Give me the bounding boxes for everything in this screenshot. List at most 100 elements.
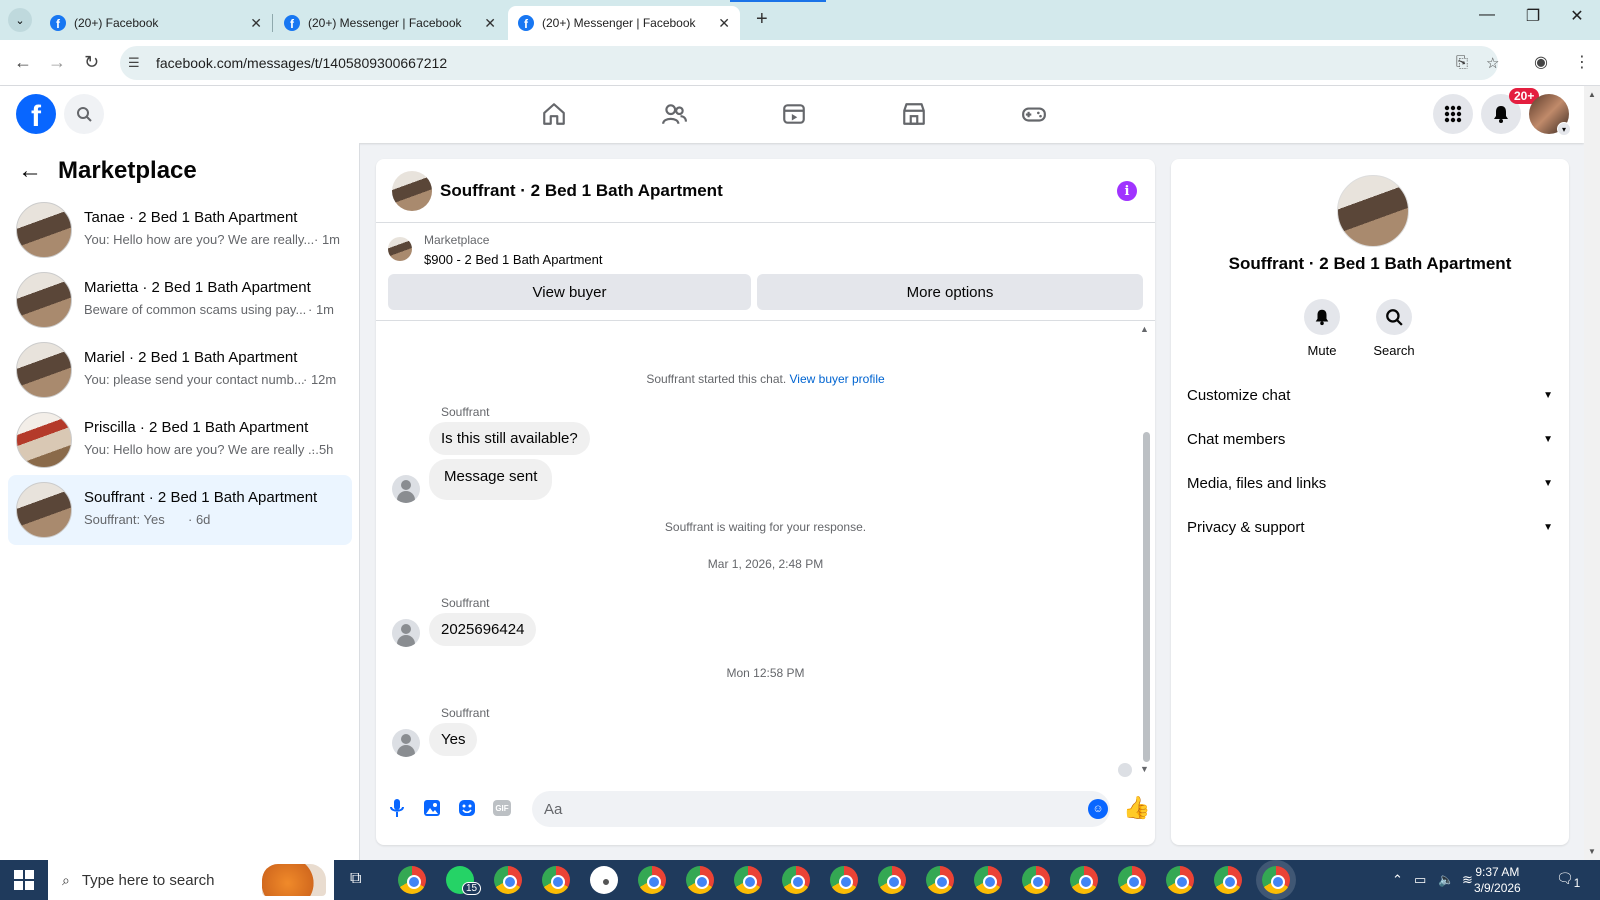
chrome-app-icon[interactable] [542,866,570,894]
show-hidden-icons-icon[interactable]: ⌃ [1392,872,1403,888]
more-options-button[interactable]: More options [757,274,1143,310]
close-tab-icon[interactable]: ✕ [484,15,496,32]
view-buyer-button[interactable]: View buyer [388,274,751,310]
chat-title[interactable]: Souffrant · 2 Bed 1 Bath Apartment [440,181,723,201]
chrome-app-icon[interactable] [1070,866,1098,894]
chrome-app-icon[interactable] [1118,866,1146,894]
chrome-app-icon-active[interactable] [1262,866,1290,894]
facebook-logo-icon[interactable]: f [16,94,56,134]
bookmark-star-icon[interactable]: ☆ [1486,54,1499,72]
minimize-button[interactable]: — [1464,6,1510,24]
close-tab-icon[interactable]: ✕ [718,15,730,32]
scroll-down-arrow-icon[interactable]: ▼ [1588,847,1596,856]
conversation-item-active[interactable]: Souffrant · 2 Bed 1 Bath Apartment Souff… [8,475,352,545]
chrome-app-icon[interactable] [1166,866,1194,894]
attach-image-button[interactable] [419,795,445,821]
install-app-icon[interactable]: ⎘ [1456,54,1468,71]
back-arrow-icon[interactable]: ← [14,52,32,73]
scrollbar-thumb[interactable] [1143,432,1150,762]
site-info-icon[interactable]: ☰ [128,55,140,71]
reload-icon[interactable]: ↻ [84,52,99,73]
chrome-app-icon[interactable] [494,866,522,894]
profile-icon[interactable]: ◉ [1534,52,1548,72]
browser-tab-2[interactable]: f (20+) Messenger | Facebook ✕ [274,6,506,40]
close-tab-icon[interactable]: ✕ [250,15,262,32]
marketplace-nav-button[interactable] [894,98,934,130]
message-bubble[interactable]: Message sent [429,459,553,500]
tab-search-button[interactable]: ⌄ [8,8,32,32]
chat-profile-thumbnail[interactable] [1337,175,1409,247]
privacy-support-section[interactable]: Privacy & support ▼ [1187,515,1553,539]
message-bubble[interactable]: Is this still available? [429,422,590,455]
chrome-app-icon[interactable] [878,866,906,894]
sender-avatar[interactable] [392,475,420,503]
notification-center-icon[interactable]: 🗨1 [1556,870,1580,890]
chat-scrollbar[interactable]: ▲ ▼ [1139,324,1151,779]
back-arrow-icon[interactable]: ← [18,157,42,185]
chrome-app-icon[interactable] [638,866,666,894]
scroll-down-arrow-icon[interactable]: ▼ [1140,764,1149,774]
menu-button[interactable] [1433,94,1473,134]
search-action[interactable]: Search [1364,299,1424,358]
message-bubble[interactable]: 2025696424 [429,613,537,646]
sender-avatar[interactable] [392,619,420,647]
friends-nav-button[interactable] [654,98,694,130]
windows-start-icon[interactable] [14,870,34,890]
video-nav-button[interactable] [774,98,814,130]
media-files-links-section[interactable]: Media, files and links ▼ [1187,471,1553,495]
tab-title: (20+) Messenger | Facebook [308,16,462,30]
mute-action[interactable]: Mute [1292,299,1352,358]
chrome-app-icon[interactable] [830,866,858,894]
chrome-app-icon[interactable] [1022,866,1050,894]
customize-chat-section[interactable]: Customize chat ▼ [1187,383,1553,407]
chrome-app-icon[interactable] [974,866,1002,894]
thumbs-up-icon[interactable]: 👍 [1123,795,1150,821]
message-input[interactable] [532,791,1110,827]
conversation-item[interactable]: Priscilla · 2 Bed 1 Bath Apartment You: … [8,405,352,475]
info-icon[interactable]: i [1117,181,1137,201]
chrome-app-icon[interactable] [782,866,810,894]
listing-thumbnail [16,202,72,258]
sender-avatar[interactable] [392,729,420,757]
task-view-icon[interactable]: ⧉ [350,870,361,888]
volume-icon[interactable]: 🔈 [1438,872,1454,888]
home-nav-button[interactable] [534,98,574,130]
chat-members-section[interactable]: Chat members ▼ [1187,427,1553,451]
conversation-item[interactable]: Tanae · 2 Bed 1 Bath Apartment You: Hell… [8,195,352,265]
scroll-up-arrow-icon[interactable]: ▲ [1588,90,1596,99]
wifi-icon[interactable]: ≋ [1462,872,1473,888]
forward-arrow-icon[interactable]: → [48,52,66,73]
gif-button[interactable]: GIF [489,795,515,821]
message-bubble[interactable]: Yes [429,723,478,756]
conversation-time: · 1m [314,232,340,247]
emoji-icon[interactable]: ☺ [1088,799,1108,819]
new-tab-button[interactable]: + [756,8,768,31]
conversation-item[interactable]: Mariel · 2 Bed 1 Bath Apartment You: ple… [8,335,352,405]
battery-icon[interactable]: ▭ [1414,872,1426,888]
view-buyer-profile-link[interactable]: View buyer profile [790,372,885,386]
address-bar[interactable]: ☰ facebook.com/messages/t/14058093006672… [120,46,1499,80]
close-window-button[interactable]: ✕ [1554,6,1600,26]
chrome-app-icon[interactable] [734,866,762,894]
account-avatar[interactable]: ▾ [1529,94,1571,136]
conversation-item[interactable]: Marietta · 2 Bed 1 Bath Apartment Beware… [8,265,352,335]
chrome-app-icon[interactable] [926,866,954,894]
chrome-app-icon[interactable] [686,866,714,894]
facebook-search-button[interactable] [64,94,104,134]
scroll-up-arrow-icon[interactable]: ▲ [1140,324,1149,334]
browser-tab-1[interactable]: f (20+) Facebook ✕ [40,6,272,40]
sticker-button[interactable] [454,795,480,821]
date-separator: Mon 12:58 PM [726,666,805,680]
chrome-app-icon[interactable] [1214,866,1242,894]
browser-menu-icon[interactable]: ⋮ [1574,52,1590,72]
chrome-app-icon[interactable] [398,866,426,894]
url-text[interactable]: facebook.com/messages/t/1405809300667212 [156,55,447,71]
gaming-nav-button[interactable] [1014,98,1054,130]
page-scrollbar[interactable]: ▲ ▼ [1584,86,1600,860]
browser-tab-3-active[interactable]: f (20+) Messenger | Facebook ✕ [508,6,740,40]
chat-thumbnail[interactable] [392,171,432,211]
restore-button[interactable]: ❐ [1510,6,1556,26]
app-icon[interactable] [590,866,618,894]
voice-clip-button[interactable] [384,795,410,821]
taskbar-clock[interactable]: 9:37 AM 3/9/2026 [1474,864,1521,896]
